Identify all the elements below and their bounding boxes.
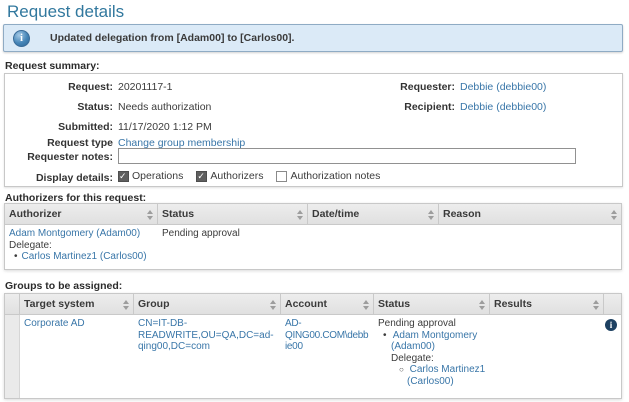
status-authorizer-item: Adam Montgomery (Adam00) Delegate: Carlo… bbox=[383, 330, 486, 388]
sort-icon bbox=[611, 210, 617, 220]
info-banner: Updated delegation from [Adam00] to [Car… bbox=[3, 24, 623, 52]
checkbox-icon[interactable] bbox=[118, 171, 129, 182]
groups-table: Target system Group Account Status Resul… bbox=[4, 293, 622, 399]
column-header-status[interactable]: Status bbox=[158, 204, 308, 225]
status-cell: Pending approval Adam Montgomery (Adam00… bbox=[374, 315, 490, 398]
request-summary-legend: Request summary: bbox=[5, 60, 100, 72]
group-cell: CN=IT-DB-READWRITE,OU=QA,DC=ad-qing00,DC… bbox=[134, 315, 281, 398]
row-info-icon[interactable] bbox=[605, 319, 617, 331]
delegate-link[interactable]: Carlos Martinez1 (Carlos00) bbox=[22, 251, 147, 262]
actions-cell bbox=[604, 315, 621, 398]
status-text: Pending approval bbox=[378, 318, 486, 330]
column-header-status[interactable]: Status bbox=[374, 294, 490, 315]
groups-legend: Groups to be assigned: bbox=[5, 280, 122, 292]
checkbox-operations[interactable]: Operations bbox=[118, 170, 183, 182]
sort-icon bbox=[593, 300, 599, 310]
authorizers-header-row: Authorizer Status Date/time Reason bbox=[5, 204, 621, 225]
status-authorizer-link[interactable]: Adam Montgomery (Adam00) bbox=[391, 330, 477, 353]
group-row: Corporate AD CN=IT-DB-READWRITE,OU=QA,DC… bbox=[5, 315, 621, 398]
checkbox-icon[interactable] bbox=[196, 171, 207, 182]
requester-label: Requester: bbox=[345, 81, 455, 93]
authorizers-table: Authorizer Status Date/time Reason Adam … bbox=[4, 203, 622, 270]
request-value: 20201117-1 bbox=[118, 81, 173, 93]
recipient-link[interactable]: Debbie (debbie00) bbox=[460, 101, 546, 113]
checkbox-label: Operations bbox=[132, 170, 183, 182]
sort-icon bbox=[123, 300, 129, 310]
column-header-reason[interactable]: Reason bbox=[439, 204, 621, 225]
requester-notes-label: Requester notes: bbox=[5, 151, 113, 163]
authorizer-link[interactable]: Adam Montgomery (Adam00) bbox=[9, 228, 140, 239]
checkbox-authorizers[interactable]: Authorizers bbox=[196, 170, 263, 182]
status-cell: Pending approval bbox=[158, 225, 308, 269]
authorizer-cell: Adam Montgomery (Adam00) Delegate: Carlo… bbox=[5, 225, 158, 269]
submitted-value: 11/17/2020 1:12 PM bbox=[118, 121, 212, 133]
checkbox-authorization-notes[interactable]: Authorization notes bbox=[276, 170, 380, 182]
recipient-label: Recipient: bbox=[345, 101, 455, 113]
banner-message: Updated delegation from [Adam00] to [Car… bbox=[50, 32, 294, 44]
requester-notes-input[interactable] bbox=[118, 148, 576, 164]
request-summary-panel: Request: 20201117-1 Status: Needs author… bbox=[4, 73, 623, 187]
expand-cell[interactable] bbox=[5, 315, 20, 398]
datetime-cell bbox=[308, 225, 439, 269]
submitted-label: Submitted: bbox=[5, 121, 113, 133]
request-type-label: Request type bbox=[5, 137, 113, 149]
status-delegate-item: Carlos Martinez1 (Carlos00) bbox=[399, 364, 486, 387]
column-header-results[interactable]: Results bbox=[490, 294, 604, 315]
column-header-expand bbox=[5, 294, 20, 315]
sort-icon bbox=[479, 300, 485, 310]
column-header-actions bbox=[604, 294, 621, 315]
display-details-label: Display details: bbox=[5, 172, 113, 184]
checkbox-label: Authorizers bbox=[210, 170, 263, 182]
sort-icon bbox=[147, 210, 153, 220]
column-header-authorizer[interactable]: Authorizer bbox=[5, 204, 158, 225]
status-value: Needs authorization bbox=[118, 101, 211, 113]
info-icon bbox=[13, 30, 30, 47]
column-header-datetime[interactable]: Date/time bbox=[308, 204, 439, 225]
delegate-label: Delegate: bbox=[391, 353, 434, 364]
sort-icon bbox=[297, 210, 303, 220]
request-label: Request: bbox=[5, 81, 113, 93]
column-header-group[interactable]: Group bbox=[134, 294, 281, 315]
status-delegate-link[interactable]: Carlos Martinez1 (Carlos00) bbox=[407, 364, 485, 387]
delegate-label: Delegate: bbox=[9, 240, 154, 252]
requester-link[interactable]: Debbie (debbie00) bbox=[460, 81, 546, 93]
authorizer-row: Adam Montgomery (Adam00) Delegate: Carlo… bbox=[5, 225, 621, 269]
checkbox-icon[interactable] bbox=[276, 171, 287, 182]
delegate-item: Carlos Martinez1 (Carlos00) bbox=[14, 251, 154, 263]
sort-icon bbox=[270, 300, 276, 310]
account-link[interactable]: AD-QING00.COM\debbie00 bbox=[285, 318, 368, 352]
target-system-cell: Corporate AD bbox=[20, 315, 134, 398]
results-cell bbox=[490, 315, 604, 398]
reason-cell bbox=[439, 225, 621, 269]
checkbox-label: Authorization notes bbox=[290, 170, 380, 182]
column-header-target-system[interactable]: Target system bbox=[20, 294, 134, 315]
account-cell: AD-QING00.COM\debbie00 bbox=[281, 315, 374, 398]
target-system-link[interactable]: Corporate AD bbox=[24, 318, 85, 329]
column-header-account[interactable]: Account bbox=[281, 294, 374, 315]
groups-header-row: Target system Group Account Status Resul… bbox=[5, 294, 621, 315]
sort-icon bbox=[363, 300, 369, 310]
display-options-group: Operations Authorizers Authorization not… bbox=[118, 170, 380, 182]
status-label: Status: bbox=[5, 101, 113, 113]
page-title: Request details bbox=[7, 2, 124, 22]
sort-icon bbox=[428, 210, 434, 220]
group-link[interactable]: CN=IT-DB-READWRITE,OU=QA,DC=ad-qing00,DC… bbox=[138, 318, 274, 352]
